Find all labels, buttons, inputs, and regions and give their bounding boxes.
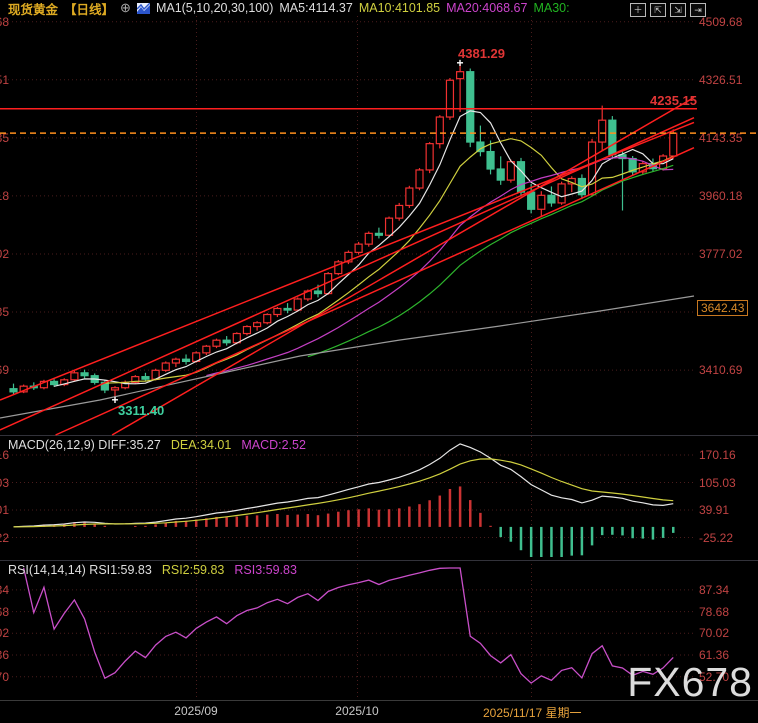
crosshair-tool-icon[interactable]: ＋ <box>630 3 646 17</box>
alert-price-label: 3642.43 <box>697 300 749 316</box>
macd-macd-value: MACD:2.52 <box>241 438 306 452</box>
ma20-value: MA20:4068.67 <box>446 1 528 15</box>
zoom-axis-in-icon[interactable]: ⇱ <box>650 3 666 17</box>
rsi3-value: RSI3:59.83 <box>234 563 297 577</box>
macd-header: MACD(26,12,9) DIFF:35.27 DEA:34.01 MACD:… <box>8 438 306 452</box>
ma5-value: MA5:4114.37 <box>279 1 353 15</box>
add-indicator-icon[interactable]: ⊕ <box>120 1 131 14</box>
chart-canvas[interactable] <box>0 0 758 723</box>
resistance-price-label: 4235.15 <box>650 93 697 108</box>
zoom-axis-out-icon[interactable]: ⇲ <box>670 3 686 17</box>
ma30-value: MA30: <box>533 1 570 15</box>
chart-toolbar: ＋ ⇱ ⇲ ⇥ <box>630 3 706 17</box>
period-label: 【日线】 <box>64 2 115 17</box>
time-axis-bar: 2025/09 2025/10 2025/11/17 星期一 <box>0 700 758 723</box>
high-price-label: 4381.29 <box>458 46 505 61</box>
pan-right-icon[interactable]: ⇥ <box>690 3 706 17</box>
time-label-oct: 2025/10 <box>335 704 379 718</box>
low-price-label: 3311.40 <box>118 403 165 418</box>
rsi2-value: RSI2:59.83 <box>161 563 225 577</box>
rsi-header: RSI(14,14,14) RSI1:59.83 RSI2:59.83 RSI3… <box>8 563 297 577</box>
fx678-watermark: FX678 <box>627 659 753 705</box>
ma10-value: MA10:4101.85 <box>358 1 441 15</box>
macd-title: MACD(26,12,9) DIFF:35.27 <box>8 438 161 452</box>
chart-header: 现货黄金 【日线】 ⊕ MA1(5,10,20,30,100) MA5:4114… <box>8 1 570 17</box>
time-label-current: 2025/11/17 星期一 <box>483 706 582 720</box>
ma-settings-label: MA1(5,10,20,30,100) <box>155 1 274 15</box>
symbol-name: 现货黄金 <box>8 2 59 17</box>
chart-type-icon[interactable] <box>136 2 150 14</box>
macd-dea-value: DEA:34.01 <box>170 438 232 452</box>
rsi-title: RSI(14,14,14) RSI1:59.83 <box>8 563 152 577</box>
time-label-sep: 2025/09 <box>174 704 218 718</box>
